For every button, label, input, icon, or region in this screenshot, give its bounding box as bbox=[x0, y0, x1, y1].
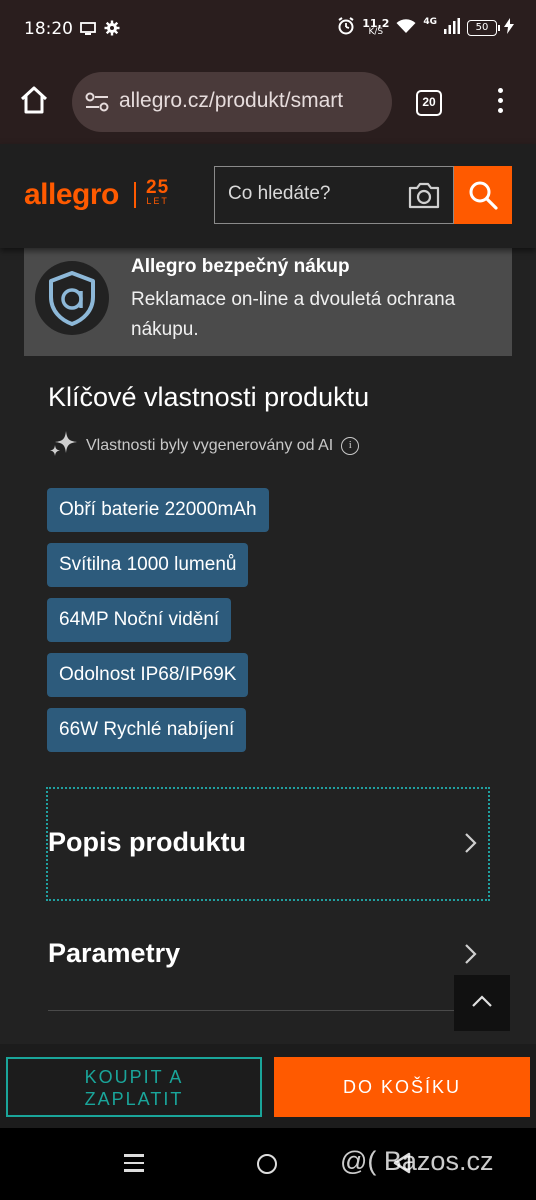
accordion-label: Parametry bbox=[48, 938, 181, 968]
address-bar[interactable]: allegro.cz/produkt/smart bbox=[72, 72, 392, 132]
feature-tag: 64MP Noční vidění bbox=[47, 598, 232, 642]
network-type: 4G bbox=[423, 17, 437, 27]
buy-now-button[interactable]: KOUPIT A ZAPLATIT bbox=[6, 1057, 262, 1117]
signal-icon bbox=[444, 18, 460, 37]
section-divider bbox=[48, 1010, 488, 1011]
camera-search-icon[interactable] bbox=[407, 181, 441, 209]
purchase-action-bar: KOUPIT A ZAPLATIT DO KOŠÍKU bbox=[0, 1044, 536, 1128]
logo-divider bbox=[134, 182, 136, 208]
shield-icon bbox=[35, 261, 109, 335]
search-input[interactable]: Co hledáte? bbox=[214, 166, 454, 224]
feature-tag: 66W Rychlé nabíjení bbox=[47, 708, 247, 752]
battery-indicator: 50 bbox=[467, 19, 500, 36]
accordion-label: Popis produktu bbox=[48, 827, 246, 857]
ai-note-text: Vlastnosti byly vygenerovány od AI bbox=[86, 436, 334, 454]
safe-purchase-description: Reklamace on-line a dvouletá ochrana nák… bbox=[131, 289, 456, 340]
settings-gear-icon bbox=[104, 20, 120, 40]
site-settings-icon[interactable] bbox=[84, 90, 110, 114]
charging-bolt-icon bbox=[504, 18, 514, 37]
overflow-menu-icon[interactable] bbox=[490, 88, 510, 118]
alarm-clock-icon bbox=[337, 17, 355, 38]
feature-tag: Odolnost IP68/IP69K bbox=[47, 653, 249, 697]
scroll-to-top-button[interactable] bbox=[454, 975, 510, 1031]
browser-toolbar: allegro.cz/produkt/smart 20 bbox=[0, 60, 536, 144]
chevron-right-icon bbox=[462, 942, 478, 966]
allegro-logo[interactable]: allegro bbox=[24, 178, 119, 212]
status-bar: 18:20 11,2 K/S 4G 50 bbox=[0, 0, 536, 60]
parameters-accordion[interactable]: Parametry bbox=[48, 900, 488, 1010]
home-icon[interactable] bbox=[18, 84, 54, 120]
network-speed: 11,2 K/S bbox=[362, 16, 390, 37]
screen-cast-icon bbox=[80, 21, 96, 40]
add-to-cart-button[interactable]: DO KOŠÍKU bbox=[274, 1057, 530, 1117]
watermark-text: @( Bazos.cz bbox=[340, 1146, 494, 1176]
system-navigation-bar: @( Bazos.cz bbox=[0, 1128, 536, 1200]
url-text[interactable]: allegro.cz/produkt/smart bbox=[119, 89, 343, 113]
feature-tag: Svítilna 1000 lumenů bbox=[47, 543, 249, 587]
wifi-icon bbox=[396, 18, 416, 37]
search-button[interactable] bbox=[454, 166, 512, 224]
safe-purchase-banner: Allegro bezpečný nákup Reklamace on-line… bbox=[24, 248, 512, 356]
info-icon[interactable]: i bbox=[341, 436, 360, 455]
chevron-right-icon bbox=[462, 831, 478, 855]
site-header: allegro 25 LET Co hledáte? bbox=[0, 144, 536, 248]
key-properties-title: Klíčové vlastnosti produktu bbox=[48, 382, 370, 412]
feature-tag: Obří baterie 22000mAh bbox=[47, 488, 269, 532]
safe-purchase-title: Allegro bezpečný nákup bbox=[131, 256, 350, 277]
sparkle-icon bbox=[48, 428, 78, 463]
home-circle-icon[interactable] bbox=[257, 1154, 277, 1174]
product-description-accordion[interactable]: Popis produktu bbox=[46, 787, 490, 901]
anniversary-badge: 25 LET bbox=[146, 177, 170, 206]
tab-switcher-button[interactable]: 20 bbox=[416, 90, 442, 116]
ai-generated-note: Vlastnosti byly vygenerovány od AI i bbox=[48, 428, 360, 463]
status-time: 18:20 bbox=[24, 19, 73, 39]
search-placeholder: Co hledáte? bbox=[228, 183, 331, 204]
recent-apps-icon[interactable] bbox=[124, 1154, 144, 1172]
